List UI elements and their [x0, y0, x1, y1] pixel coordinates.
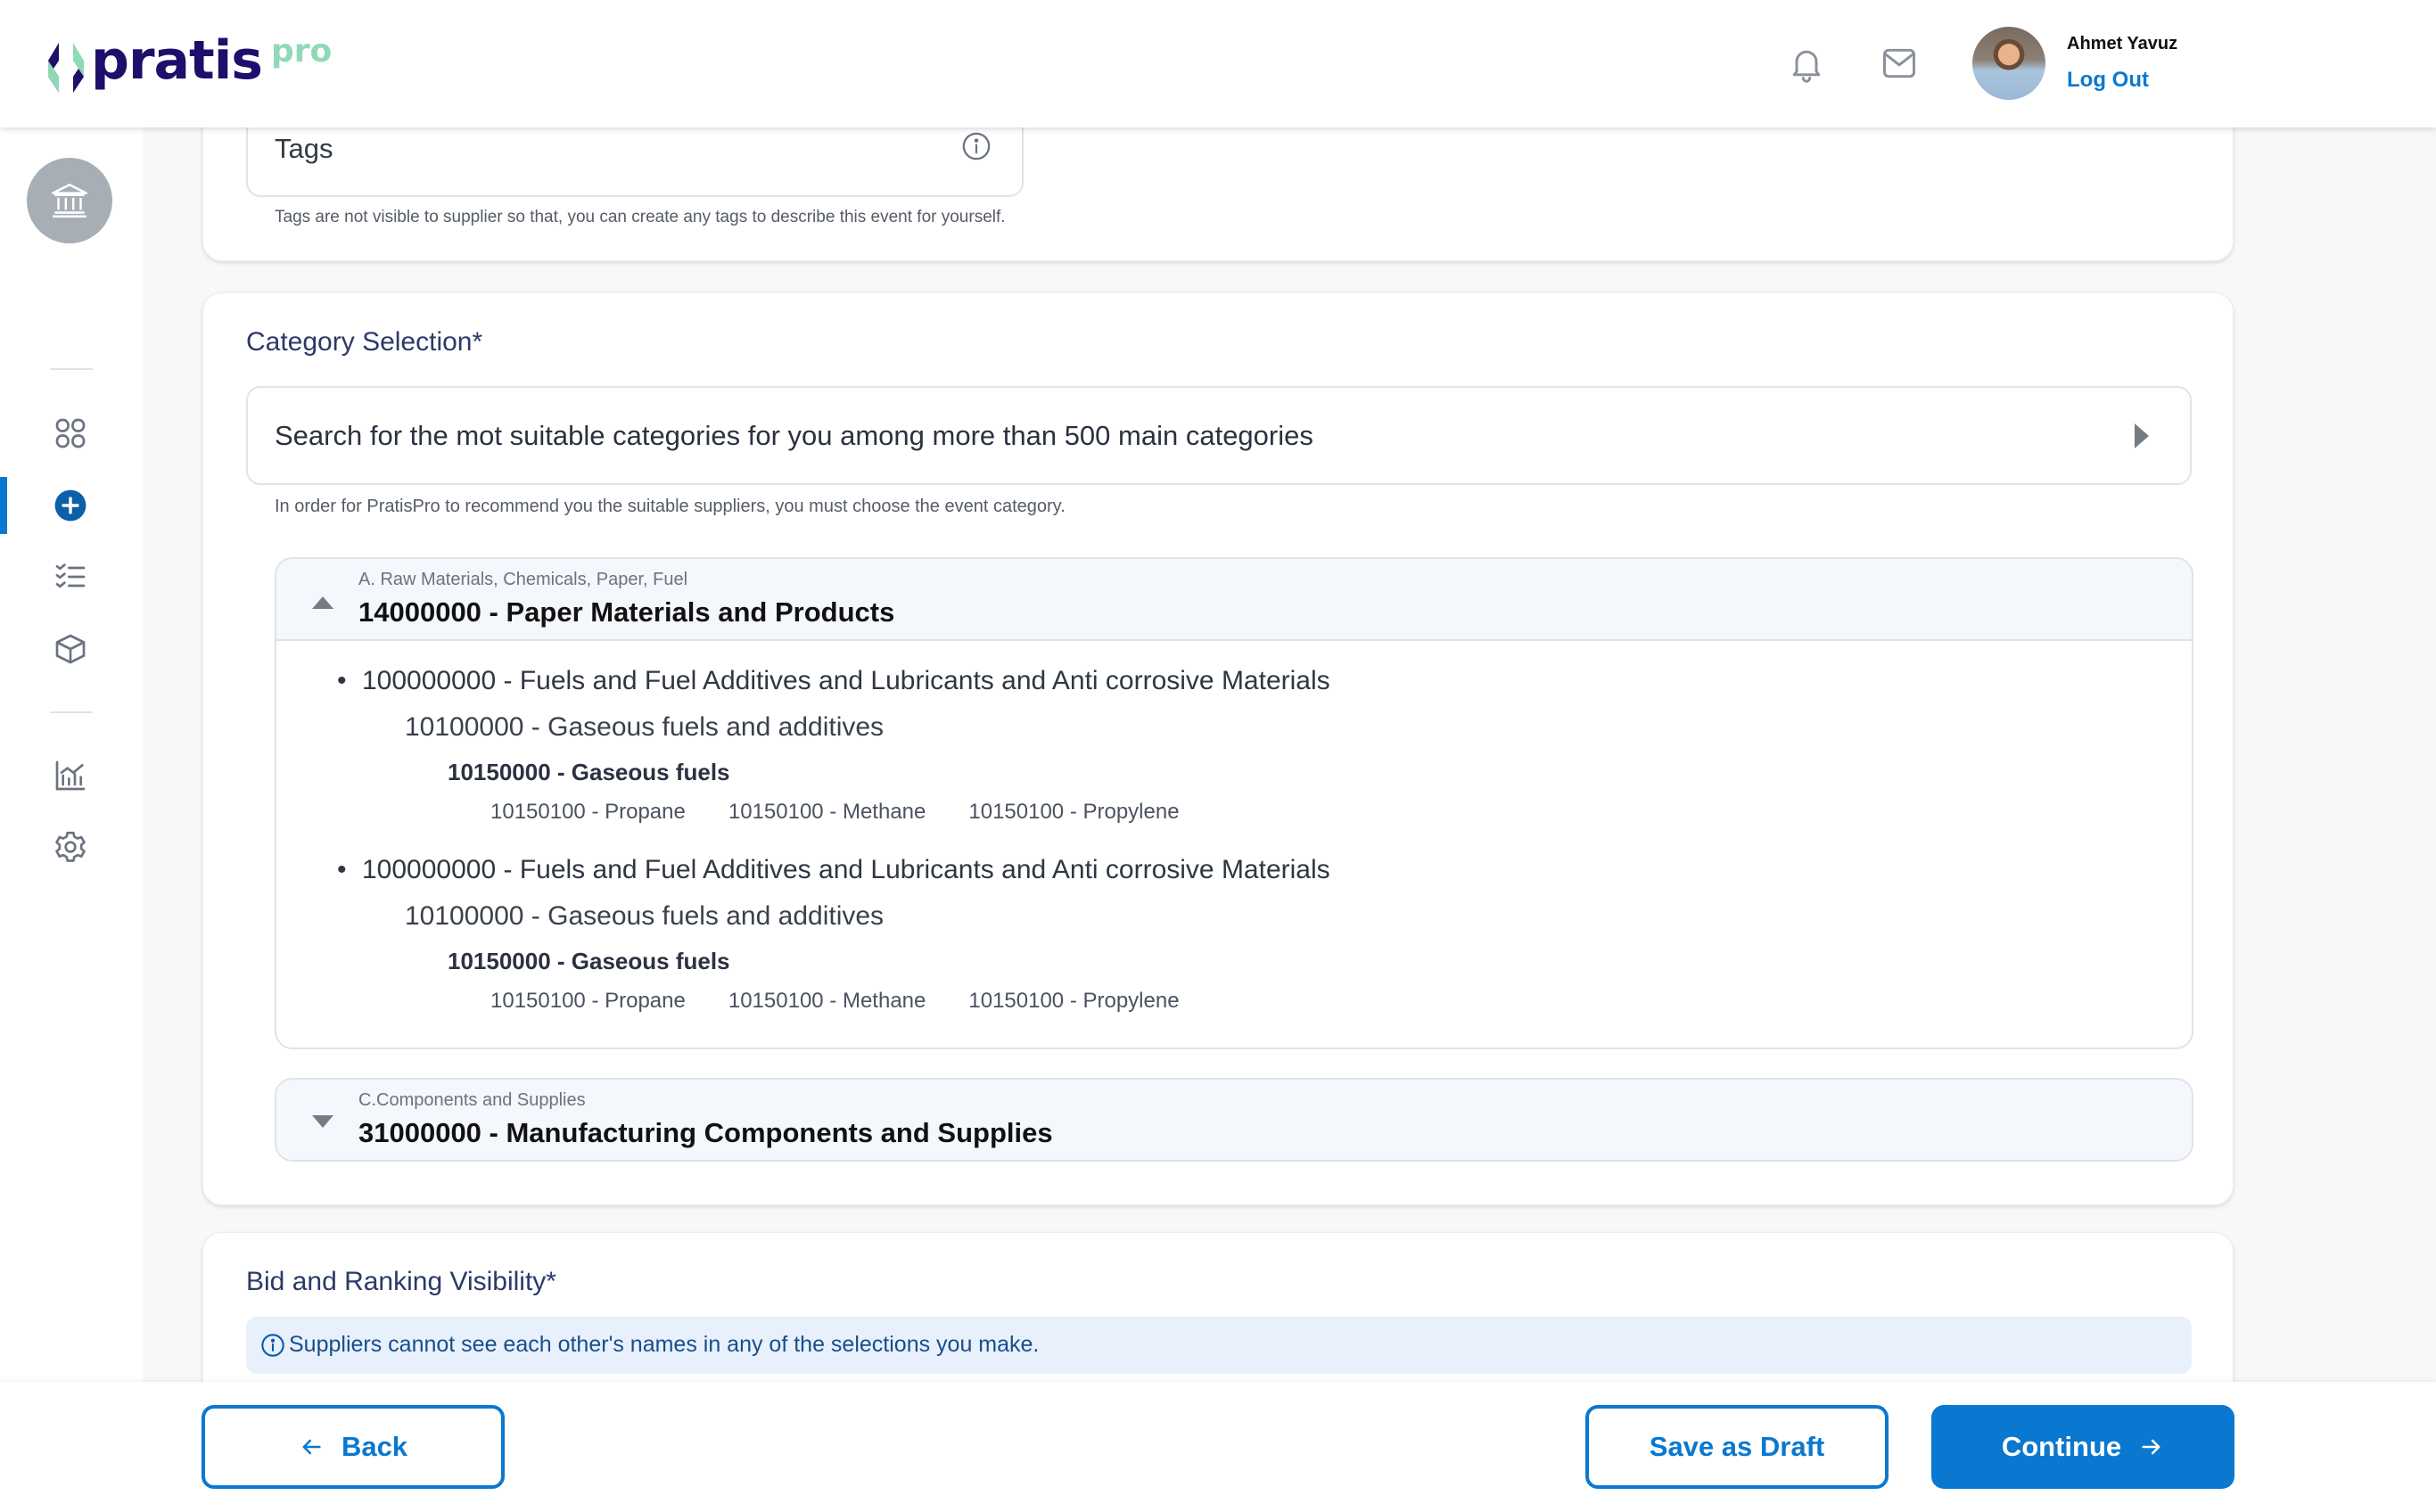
caret-right-icon[interactable]: [2135, 423, 2149, 448]
sidebar-item-settings[interactable]: [52, 828, 89, 866]
accordion-header[interactable]: A. Raw Materials, Chemicals, Paper, Fuel…: [276, 559, 2192, 641]
sidebar-item-dashboard[interactable]: [52, 415, 89, 452]
category-group-label: A. Raw Materials, Chemicals, Paper, Fuel: [358, 570, 688, 589]
tags-input[interactable]: Tags: [246, 126, 1024, 197]
category-selection-title: Category Selection*: [246, 327, 483, 357]
tree-leaf[interactable]: 10150100 - Propane: [490, 989, 686, 1014]
back-button-label: Back: [341, 1431, 408, 1462]
category-accordion: A. Raw Materials, Chemicals, Paper, Fuel…: [275, 557, 2193, 1049]
caret-up-icon[interactable]: [312, 596, 333, 609]
user-avatar[interactable]: [1972, 27, 2045, 100]
tags-hint: Tags are not visible to supplier so that…: [275, 208, 1006, 226]
sidebar-divider: [50, 368, 93, 370]
tags-label: Tags: [275, 133, 333, 164]
tree-level-4: 10150100 - Propane 10150100 - Methane 10…: [490, 989, 1180, 1014]
footer-actions: Back Save as Draft Continue: [0, 1382, 2436, 1512]
tree-level-3[interactable]: 10150000 - Gaseous fuels: [448, 948, 730, 975]
tree-level-1[interactable]: 100000000 - Fuels and Fuel Additives and…: [337, 855, 1330, 885]
category-search-placeholder: Search for the mot suitable categories f…: [275, 420, 1313, 451]
checklist-icon: [55, 563, 86, 588]
sidebar-active-indicator: [0, 477, 7, 534]
logo-suffix: pro: [271, 33, 333, 70]
category-selection-card: Category Selection* Search for the mot s…: [202, 292, 2234, 1205]
category-group-label: C.Components and Supplies: [358, 1090, 586, 1110]
tree-leaf[interactable]: 10150100 - Propane: [490, 800, 686, 825]
top-header: pratis pro Ahmet Yavuz Log Out: [0, 0, 2436, 127]
box-icon: [55, 634, 86, 664]
logo-mark-icon: [48, 43, 84, 93]
tree-leaf[interactable]: 10150100 - Propylene: [968, 989, 1179, 1014]
category-search-input[interactable]: Search for the mot suitable categories f…: [246, 386, 2192, 485]
bid-visibility-title: Bid and Ranking Visibility*: [246, 1267, 556, 1296]
continue-label: Continue: [2001, 1431, 2122, 1462]
logout-link[interactable]: Log Out: [2067, 68, 2149, 93]
save-draft-label: Save as Draft: [1649, 1431, 1825, 1462]
tree-level-4: 10150100 - Propane 10150100 - Methane 10…: [490, 800, 1180, 825]
sidebar-item-checklist[interactable]: [52, 558, 89, 596]
info-banner: Suppliers cannot see each other's names …: [246, 1317, 2192, 1374]
category-hint: In order for PratisPro to recommend you …: [275, 497, 1066, 516]
sidebar: [0, 127, 143, 1512]
info-banner-text: Suppliers cannot see each other's names …: [289, 1332, 1040, 1357]
bell-icon[interactable]: [1787, 43, 1826, 84]
save-draft-button[interactable]: Save as Draft: [1585, 1405, 1889, 1489]
sidebar-item-create-event[interactable]: [52, 487, 89, 524]
plus-circle-icon: [54, 489, 86, 522]
info-icon[interactable]: [961, 131, 992, 161]
tree-level-1[interactable]: 100000000 - Fuels and Fuel Additives and…: [337, 666, 1330, 696]
tree-leaf[interactable]: 10150100 - Propylene: [968, 800, 1179, 825]
bank-icon: [52, 184, 87, 218]
tree-leaf[interactable]: 10150100 - Methane: [728, 989, 926, 1014]
info-icon: [261, 1334, 284, 1357]
tree-leaf[interactable]: 10150100 - Methane: [728, 800, 926, 825]
sidebar-item-reports[interactable]: [52, 757, 89, 794]
logo-text: pratis: [91, 29, 263, 92]
caret-down-icon[interactable]: [312, 1115, 333, 1128]
sidebar-item-products[interactable]: [52, 630, 89, 668]
sidebar-divider: [50, 711, 93, 713]
category-tree: 100000000 - Fuels and Fuel Additives and…: [276, 641, 2192, 1019]
organization-badge[interactable]: [27, 158, 112, 243]
category-tree-item: 100000000 - Fuels and Fuel Additives and…: [276, 830, 2192, 1019]
category-tree-item: 100000000 - Fuels and Fuel Additives and…: [276, 641, 2192, 830]
arrow-left-icon: [302, 1439, 321, 1455]
gear-icon: [55, 831, 86, 862]
tree-level-2[interactable]: 10100000 - Gaseous fuels and additives: [405, 712, 884, 743]
category-title: 31000000 - Manufacturing Components and …: [358, 1117, 1053, 1148]
category-accordion: C.Components and Supplies 31000000 - Man…: [275, 1078, 2193, 1162]
continue-button[interactable]: Continue: [1931, 1405, 2234, 1489]
user-name: Ahmet Yavuz: [2067, 34, 2178, 53]
mail-icon[interactable]: [1880, 43, 1919, 84]
category-title: 14000000 - Paper Materials and Products: [358, 596, 895, 628]
chart-icon: [55, 760, 86, 791]
arrow-right-icon: [2142, 1439, 2160, 1455]
tree-level-3[interactable]: 10150000 - Gaseous fuels: [448, 759, 730, 786]
back-button[interactable]: Back: [202, 1405, 505, 1489]
tree-level-2[interactable]: 10100000 - Gaseous fuels and additives: [405, 901, 884, 932]
accordion-header[interactable]: C.Components and Supplies 31000000 - Man…: [276, 1080, 2192, 1160]
pratis-pro-logo[interactable]: pratis pro: [46, 34, 332, 94]
dashboard-grid-icon: [55, 418, 86, 448]
